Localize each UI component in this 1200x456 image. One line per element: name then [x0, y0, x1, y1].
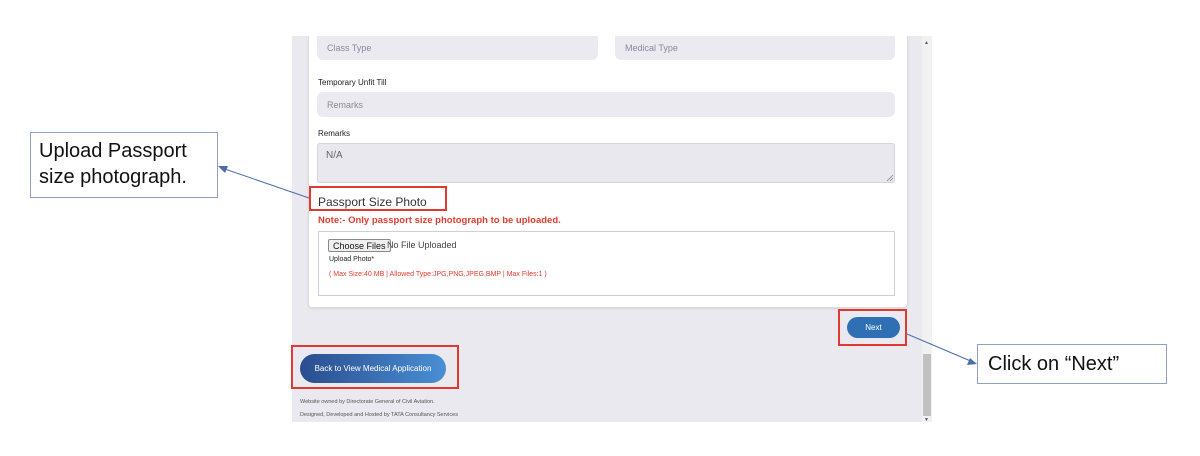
- arrow-line-upload: [221, 167, 310, 199]
- arrow-line-next: [906, 333, 974, 363]
- arrow-head-next: [967, 358, 977, 365]
- callout-arrows: [218, 166, 977, 365]
- arrow-head-upload: [218, 166, 228, 173]
